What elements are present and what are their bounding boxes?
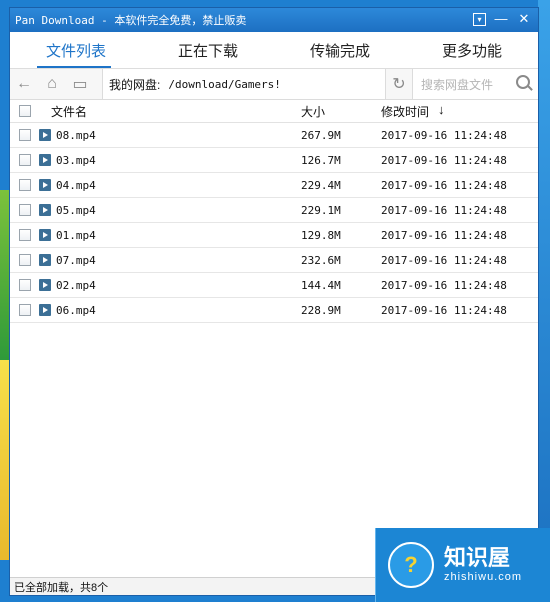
file-name: 01.mp4 — [56, 228, 96, 242]
select-all-checkbox[interactable] — [19, 105, 31, 117]
row-checkbox[interactable] — [19, 154, 31, 166]
column-header-name[interactable]: 文件名 — [51, 103, 87, 120]
watermark-sub: zhishiwu.com — [444, 571, 523, 583]
row-checkbox[interactable] — [19, 254, 31, 266]
video-file-icon — [39, 204, 51, 216]
file-date: 2017-09-16 11:24:48 — [381, 278, 507, 292]
watermark-main: 知识屋 — [444, 545, 511, 570]
row-checkbox[interactable] — [19, 229, 31, 241]
file-size: 126.7M — [301, 153, 341, 167]
file-name: 03.mp4 — [56, 153, 96, 167]
close-icon[interactable]: ✕ — [516, 11, 532, 27]
file-size: 129.8M — [301, 228, 341, 242]
file-date: 2017-09-16 11:24:48 — [381, 203, 507, 217]
search-placeholder: 搜索网盘文件 — [421, 77, 494, 92]
video-file-icon — [39, 279, 51, 291]
table-row[interactable]: 05.mp4 229.1M 2017-09-16 11:24:48 — [10, 198, 538, 223]
table-row[interactable]: 03.mp4 126.7M 2017-09-16 11:24:48 — [10, 148, 538, 173]
tab-completed[interactable]: 传输完成 — [274, 40, 406, 68]
row-checkbox[interactable] — [19, 304, 31, 316]
table-row[interactable]: 07.mp4 232.6M 2017-09-16 11:24:48 — [10, 248, 538, 273]
lightbulb-icon: ? — [388, 542, 434, 588]
file-name: 08.mp4 — [56, 128, 96, 142]
file-size: 232.6M — [301, 253, 341, 267]
path-label: 我的网盘: — [109, 77, 161, 92]
search-icon[interactable] — [516, 75, 530, 89]
table-row[interactable]: 04.mp4 229.4M 2017-09-16 11:24:48 — [10, 173, 538, 198]
home-icon[interactable]: ⌂ — [38, 69, 66, 99]
sort-desc-icon: ↓ — [438, 102, 445, 117]
title-bar[interactable]: Pan Download - 本软件完全免费，禁止贩卖 ▾ — ✕ — [10, 8, 538, 32]
table-row[interactable]: 08.mp4 267.9M 2017-09-16 11:24:48 — [10, 123, 538, 148]
file-date: 2017-09-16 11:24:48 — [381, 178, 507, 192]
table-row[interactable]: 02.mp4 144.4M 2017-09-16 11:24:48 — [10, 273, 538, 298]
table-row[interactable]: 06.mp4 228.9M 2017-09-16 11:24:48 — [10, 298, 538, 323]
video-file-icon — [39, 179, 51, 191]
refresh-icon[interactable]: ↻ — [386, 69, 413, 99]
file-list: 08.mp4 267.9M 2017-09-16 11:24:48 03.mp4… — [10, 123, 538, 323]
file-name: 02.mp4 — [56, 278, 96, 292]
file-size: 144.4M — [301, 278, 341, 292]
file-name: 05.mp4 — [56, 203, 96, 217]
tab-file-list[interactable]: 文件列表 — [10, 40, 142, 68]
file-size: 229.1M — [301, 203, 341, 217]
window-controls: ▾ — ✕ — [473, 11, 532, 27]
video-file-icon — [39, 229, 51, 241]
row-checkbox[interactable] — [19, 129, 31, 141]
video-file-icon — [39, 254, 51, 266]
menu-dropdown-icon[interactable]: ▾ — [473, 13, 486, 26]
video-file-icon — [39, 154, 51, 166]
row-checkbox[interactable] — [19, 279, 31, 291]
table-row[interactable]: 01.mp4 129.8M 2017-09-16 11:24:48 — [10, 223, 538, 248]
column-header-size[interactable]: 大小 — [301, 103, 325, 120]
file-size: 267.9M — [301, 128, 341, 142]
file-name: 07.mp4 — [56, 253, 96, 267]
minimize-icon[interactable]: — — [493, 11, 509, 27]
back-icon[interactable]: ← — [10, 69, 38, 99]
file-name: 06.mp4 — [56, 303, 96, 317]
tab-bar: 文件列表 正在下载 传输完成 更多功能 — [10, 32, 538, 69]
path-value: /download/Gamers! — [168, 77, 281, 91]
file-date: 2017-09-16 11:24:48 — [381, 253, 507, 267]
file-date: 2017-09-16 11:24:48 — [381, 153, 507, 167]
status-text: 已全部加载，共8个 — [14, 581, 109, 594]
watermark-text: 知识屋 zhishiwu.com — [444, 546, 522, 584]
path-bar: ← ⌂ ▭ 我的网盘: /download/Gamers! ↻ 搜索网盘文件 — [10, 69, 538, 100]
row-checkbox[interactable] — [19, 179, 31, 191]
tab-more[interactable]: 更多功能 — [406, 40, 538, 68]
desktop-background — [538, 0, 550, 602]
window-title: Pan Download - 本软件完全免费，禁止贩卖 — [15, 14, 247, 27]
folder-icon[interactable]: ▭ — [66, 69, 94, 99]
active-tab-indicator — [37, 66, 111, 68]
video-file-icon — [39, 304, 51, 316]
file-size: 228.9M — [301, 303, 341, 317]
row-checkbox[interactable] — [19, 204, 31, 216]
column-header-date[interactable]: 修改时间 — [381, 103, 429, 120]
file-name: 04.mp4 — [56, 178, 96, 192]
file-date: 2017-09-16 11:24:48 — [381, 128, 507, 142]
search-input[interactable]: 搜索网盘文件 — [413, 69, 538, 99]
watermark-logo: ? 知识屋 zhishiwu.com — [375, 528, 550, 602]
file-date: 2017-09-16 11:24:48 — [381, 228, 507, 242]
tab-downloading[interactable]: 正在下载 — [142, 40, 274, 68]
file-size: 229.4M — [301, 178, 341, 192]
app-window: Pan Download - 本软件完全免费，禁止贩卖 ▾ — ✕ 文件列表 正… — [9, 7, 539, 596]
video-file-icon — [39, 129, 51, 141]
path-field[interactable]: 我的网盘: /download/Gamers! — [102, 69, 386, 99]
table-header: 文件名 大小 修改时间 ↓ — [10, 100, 538, 123]
file-date: 2017-09-16 11:24:48 — [381, 303, 507, 317]
